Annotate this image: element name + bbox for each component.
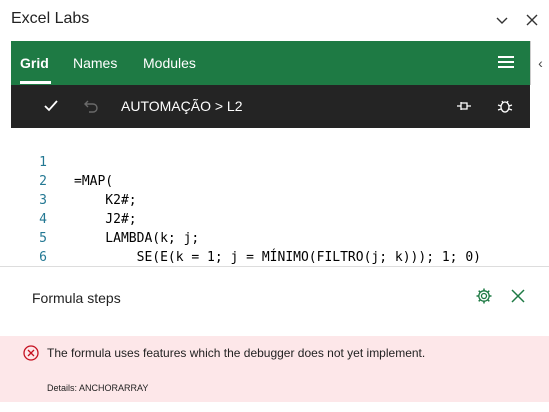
undo-icon[interactable]: [79, 94, 103, 118]
formula-steps-title: Formula steps: [32, 290, 121, 306]
error-panel: The formula uses features which the debu…: [0, 336, 549, 402]
active-tab-indicator: [20, 81, 51, 84]
pin-icon[interactable]: [452, 94, 476, 118]
formula-toolbar: AUTOMAÇÃO > L2: [11, 85, 530, 128]
debug-icon[interactable]: [493, 94, 517, 118]
breadcrumb: AUTOMAÇÃO > L2: [121, 98, 243, 114]
error-details: Details: ANCHORARRAY: [47, 383, 149, 393]
tab-names[interactable]: Names: [73, 41, 117, 85]
chevron-left-icon[interactable]: ‹: [530, 41, 549, 85]
tab-bar: Grid Names Modules: [11, 41, 530, 85]
tab-modules[interactable]: Modules: [143, 41, 196, 85]
window-title: Excel Labs: [11, 10, 90, 27]
code-line: 5 SE(E(k = 1; j = MÍNIMO(FILTRO(j; k)));…: [11, 210, 545, 265]
formula-editor[interactable]: 1 =MAP( 2 K2#; 3 J2#; 4 LAMBDA(k; j; 5 S…: [11, 128, 545, 303]
title-bar: Excel Labs: [0, 0, 549, 41]
code-line: 4 LAMBDA(k; j;: [11, 191, 545, 246]
close-icon[interactable]: [520, 8, 544, 32]
error-icon: [23, 345, 39, 361]
code-line: 2 K2#;: [11, 153, 545, 208]
chevron-down-icon[interactable]: [490, 8, 514, 32]
gear-icon[interactable]: [475, 287, 493, 310]
code-line: 7 ): [11, 248, 545, 303]
tab-grid[interactable]: Grid: [20, 41, 49, 85]
error-message: The formula uses features which the debu…: [47, 346, 426, 360]
code-line: 3 J2#;: [11, 172, 545, 227]
menu-icon[interactable]: [498, 56, 514, 70]
formula-steps-header: Formula steps: [0, 267, 549, 327]
close-icon[interactable]: [510, 288, 526, 309]
checkmark-icon[interactable]: [39, 94, 63, 118]
code-line: 1 =MAP(: [11, 134, 545, 189]
code-line: 6 ): [11, 229, 545, 284]
